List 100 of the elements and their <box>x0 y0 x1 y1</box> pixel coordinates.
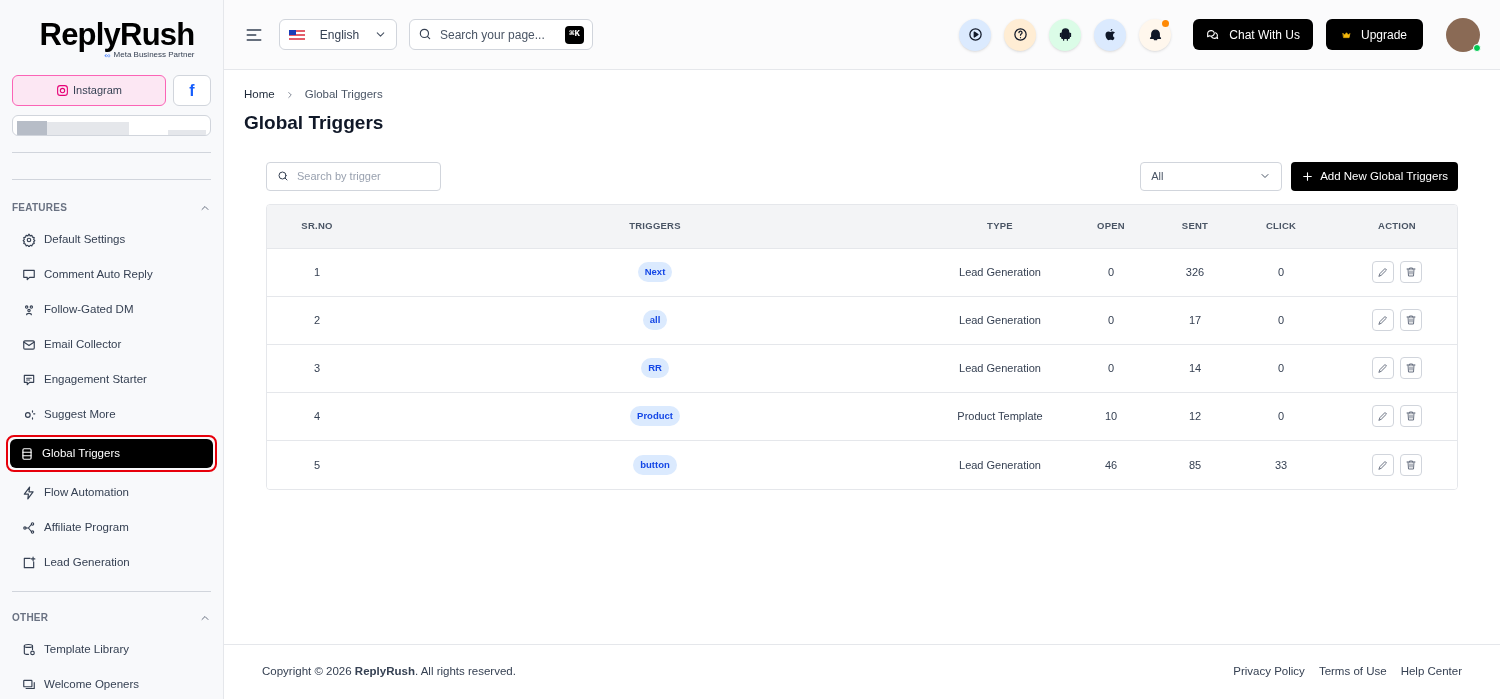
table-cell-text: 85 <box>1187 457 1203 473</box>
copyright-text: Copyright © 2026 ReplyRush. All rights reserved. <box>262 664 516 680</box>
search-icon <box>418 27 432 41</box>
footer-link[interactable]: Terms of Use <box>1318 663 1387 681</box>
table-cell-text: 46 <box>1103 457 1119 473</box>
table-cell-text: Lead Generation <box>958 361 1042 376</box>
section-heading: FEATURES <box>12 201 68 215</box>
database-icon <box>22 642 36 657</box>
trash-icon <box>1405 362 1417 375</box>
table-cell-text: 0 <box>1276 409 1286 424</box>
column-header: CLICK <box>1264 219 1298 234</box>
search-icon <box>277 169 289 182</box>
delete-button[interactable] <box>1400 453 1422 476</box>
windows-icon <box>22 677 36 692</box>
trigger-search-field[interactable]: Search by trigger <box>266 161 441 191</box>
trash-icon <box>1405 266 1417 279</box>
sidebar-item[interactable]: Affiliate Program <box>12 513 211 542</box>
edit-button[interactable] <box>1372 453 1394 476</box>
bell-icon <box>1147 27 1163 42</box>
trigger-tag: button <box>633 454 677 475</box>
square-plus-icon <box>22 555 36 570</box>
envelope-icon <box>22 337 36 352</box>
sidebar-item[interactable]: Email Collector <box>12 330 211 359</box>
list-icon <box>20 446 34 461</box>
column-header: TYPE <box>986 219 1014 234</box>
edit-button[interactable] <box>1372 261 1394 284</box>
gear-icon <box>22 232 36 247</box>
pencil-icon <box>1377 362 1389 375</box>
blurred-account-card[interactable] <box>12 115 211 136</box>
table-cell-text: 0 <box>1276 265 1286 280</box>
delete-button[interactable] <box>1400 261 1422 284</box>
upgrade-button[interactable]: Upgrade <box>1326 19 1423 50</box>
play-circle-icon <box>967 27 983 42</box>
partner-label: Meta Business Partner <box>113 50 195 59</box>
trigger-tag: all <box>642 310 668 331</box>
shortcut-key: ⌘K <box>565 26 584 44</box>
question-icon <box>1012 27 1028 42</box>
table-cell-text: 17 <box>1187 313 1203 328</box>
table-cell-text: 0 <box>1106 361 1116 376</box>
android-button[interactable] <box>1049 18 1081 51</box>
table-cell-text: 0 <box>1106 313 1116 328</box>
sidebar-item[interactable]: Comment Auto Reply <box>12 260 211 289</box>
pencil-icon <box>1377 458 1389 471</box>
pencil-icon <box>1377 410 1389 423</box>
android-icon <box>1057 27 1073 42</box>
sidebar-item[interactable]: Default Settings <box>12 225 211 254</box>
edit-button[interactable] <box>1372 405 1394 428</box>
column-header: ACTION <box>1377 219 1417 234</box>
instagram-tab[interactable]: Instagram <box>12 75 166 106</box>
trigger-tag: Product <box>630 406 680 427</box>
table-cell-text: 0 <box>1276 313 1286 328</box>
footer-link[interactable]: Help Center <box>1400 663 1462 681</box>
message-icon <box>22 372 36 387</box>
meta-logo-icon <box>102 51 112 58</box>
pencil-icon <box>1377 266 1389 279</box>
sidebar-item[interactable]: Lead Generation <box>12 548 211 577</box>
table-cell-text: Lead Generation <box>958 313 1042 328</box>
sidebar-item[interactable]: Flow Automation <box>12 478 211 507</box>
table-cell-text: 14 <box>1187 361 1203 376</box>
section-heading: OTHER <box>12 611 49 625</box>
sidebar-item[interactable]: Template Library <box>12 635 211 664</box>
video-button[interactable] <box>959 18 991 51</box>
table-cell-text: 0 <box>1276 361 1286 376</box>
apple-button[interactable] <box>1094 18 1126 51</box>
footer-link[interactable]: Privacy Policy <box>1233 663 1305 681</box>
help-button[interactable] <box>1004 18 1036 51</box>
table-cell-text: 3 <box>312 361 322 376</box>
delete-button[interactable] <box>1400 405 1422 428</box>
trash-icon <box>1405 314 1417 327</box>
edit-button[interactable] <box>1372 309 1394 332</box>
trash-icon <box>1405 458 1417 471</box>
sidebar-item[interactable]: Global Triggers <box>10 439 213 468</box>
trash-icon <box>1405 410 1417 423</box>
facebook-tab[interactable]: f <box>173 75 211 106</box>
trigger-tag: Next <box>637 262 673 283</box>
table-cell-text: 33 <box>1273 457 1289 473</box>
chat-button[interactable]: Chat With Us <box>1193 19 1313 50</box>
table-cell-text: 1 <box>312 265 322 280</box>
sidebar-item[interactable]: Welcome Openers <box>12 670 211 699</box>
edit-button[interactable] <box>1372 357 1394 380</box>
sidebar-item[interactable]: Follow-Gated DM <box>12 295 211 324</box>
filter-dropdown[interactable]: All <box>1140 161 1283 191</box>
add-trigger-button[interactable]: Add New Global Triggers <box>1291 161 1458 191</box>
breadcrumb-link[interactable]: Home <box>244 86 275 104</box>
delete-button[interactable] <box>1400 357 1422 380</box>
sidebar-item[interactable]: Suggest More <box>12 400 211 429</box>
avatar[interactable] <box>1446 17 1480 52</box>
chat-bubble-icon <box>22 267 36 282</box>
plus-icon <box>1301 169 1315 183</box>
trigger-tag: RR <box>641 358 669 379</box>
people-icon <box>22 302 36 317</box>
table-cell-text: 0 <box>1106 265 1116 280</box>
flag-icon <box>289 29 305 40</box>
pencil-icon <box>1377 314 1389 327</box>
table-cell-text: Product Template <box>956 409 1044 424</box>
sidebar-item[interactable]: Engagement Starter <box>12 365 211 394</box>
table-cell-text: 12 <box>1187 409 1203 424</box>
delete-button[interactable] <box>1400 309 1422 332</box>
notifications-button[interactable] <box>1139 18 1171 51</box>
language-dropdown[interactable]: English <box>279 19 397 50</box>
